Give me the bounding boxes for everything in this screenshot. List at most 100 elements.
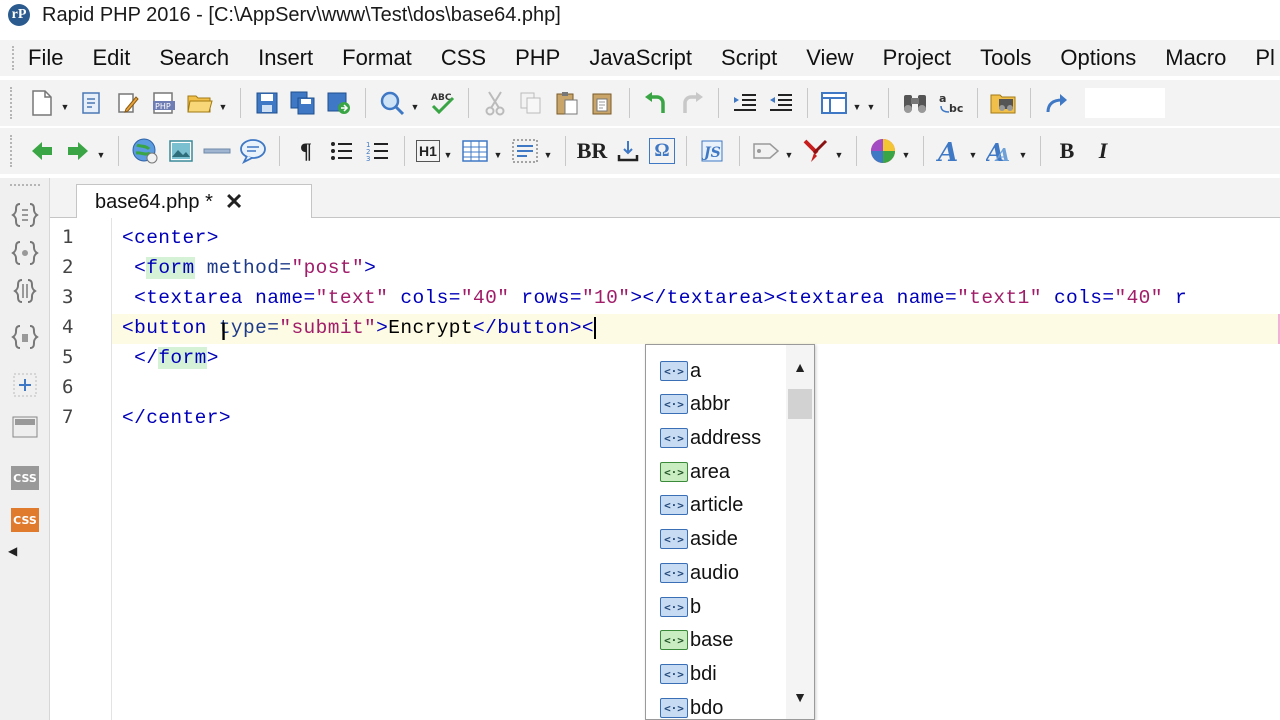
panel-grip[interactable]: [10, 184, 40, 188]
color-wheel-dropdown-icon[interactable]: ▼: [901, 136, 911, 166]
indent-icon[interactable]: [730, 88, 760, 118]
menu-macro[interactable]: Macro: [1165, 45, 1226, 71]
comment-icon[interactable]: [238, 136, 268, 166]
heading-dropdown-icon[interactable]: ▼: [443, 136, 453, 166]
code-line-4[interactable]: <button type= "submit" > Encrypt </button><: [122, 313, 597, 343]
close-tab-icon[interactable]: ✕: [225, 189, 243, 215]
tag-icon[interactable]: [751, 136, 781, 166]
menu-format[interactable]: Format: [342, 45, 412, 71]
menu-css[interactable]: CSS: [441, 45, 486, 71]
new-php-icon[interactable]: PHP: [149, 88, 179, 118]
insert-link-icon[interactable]: [130, 136, 160, 166]
paragraph-icon[interactable]: ¶: [291, 136, 321, 166]
outdent-icon[interactable]: [766, 88, 796, 118]
color-picker-icon[interactable]: [801, 136, 831, 166]
new-file-dropdown-icon[interactable]: ▼: [60, 88, 70, 118]
code-line-1[interactable]: <center>: [122, 223, 219, 253]
font-icon[interactable]: A: [935, 136, 965, 166]
open-dropdown-icon[interactable]: ▼: [218, 88, 228, 118]
cut-icon[interactable]: [480, 88, 510, 118]
autocomplete-item[interactable]: <·> address: [660, 424, 761, 452]
insert-image-icon[interactable]: [166, 136, 196, 166]
binoculars-icon[interactable]: [900, 88, 930, 118]
more-dropdown-icon[interactable]: ▼: [866, 88, 876, 118]
horizontal-rule-icon[interactable]: [202, 136, 232, 166]
table-dropdown-icon[interactable]: ▼: [493, 136, 503, 166]
layout-icon[interactable]: [819, 88, 849, 118]
autocomplete-scrollbar[interactable]: ▲ ▼: [786, 345, 814, 719]
share-icon[interactable]: [1042, 88, 1072, 118]
menu-insert[interactable]: Insert: [258, 45, 313, 71]
structure-icon[interactable]: [8, 368, 42, 402]
save-icon[interactable]: [252, 88, 282, 118]
menu-tools[interactable]: Tools: [980, 45, 1031, 71]
scroll-down-icon[interactable]: ▼: [786, 689, 814, 709]
code-explorer-icon[interactable]: [8, 198, 42, 232]
open-folder-icon[interactable]: [185, 88, 215, 118]
menu-plugins[interactable]: Pl: [1255, 45, 1275, 71]
clips-icon[interactable]: [8, 320, 42, 354]
new-file-icon[interactable]: [27, 88, 57, 118]
menu-search[interactable]: Search: [159, 45, 229, 71]
menu-options[interactable]: Options: [1060, 45, 1136, 71]
code-line-2[interactable]: < form method= "post" >: [122, 253, 376, 283]
save-to-server-icon[interactable]: [324, 88, 354, 118]
script-icon[interactable]: JS: [698, 136, 728, 166]
navigation-dropdown-icon[interactable]: ▼: [96, 136, 106, 166]
preview-panel-icon[interactable]: [8, 410, 42, 444]
edit-document-icon[interactable]: [113, 88, 143, 118]
spellcheck-icon[interactable]: ABC: [427, 88, 457, 118]
table-icon[interactable]: [460, 136, 490, 166]
color-wheel-icon[interactable]: [868, 136, 898, 166]
toolbar-search-field[interactable]: [1085, 88, 1165, 118]
font-dropdown-icon[interactable]: ▼: [968, 136, 978, 166]
font-style-icon[interactable]: AA: [985, 136, 1015, 166]
font-style-dropdown-icon[interactable]: ▼: [1018, 136, 1028, 166]
paste-special-icon[interactable]: [588, 88, 618, 118]
find-dropdown-icon[interactable]: ▼: [410, 88, 420, 118]
redo-icon[interactable]: [677, 88, 707, 118]
special-character-icon[interactable]: Ω: [649, 138, 675, 164]
menu-edit[interactable]: Edit: [92, 45, 130, 71]
replace-icon[interactable]: a bc: [936, 88, 966, 118]
toolbar-grip[interactable]: [10, 135, 16, 167]
form-dropdown-icon[interactable]: ▼: [543, 136, 553, 166]
heading-icon[interactable]: H1: [416, 140, 440, 162]
italic-icon[interactable]: I: [1088, 136, 1118, 166]
layout-dropdown-icon[interactable]: ▼: [852, 88, 862, 118]
paste-icon[interactable]: [552, 88, 582, 118]
find-icon[interactable]: [377, 88, 407, 118]
menu-script[interactable]: Script: [721, 45, 777, 71]
menu-project[interactable]: Project: [883, 45, 951, 71]
menu-file[interactable]: File: [28, 45, 63, 71]
snippets-icon[interactable]: [8, 274, 42, 308]
autocomplete-item[interactable]: <·> audio: [660, 559, 739, 587]
autocomplete-item[interactable]: <·> bdi: [660, 660, 717, 688]
code-line-3[interactable]: <textarea name= "text" cols= "40" rows= "10…: [122, 283, 1187, 313]
find-in-files-icon[interactable]: [989, 88, 1019, 118]
autocomplete-item[interactable]: <·> a: [660, 357, 701, 385]
autocomplete-item[interactable]: <·> article: [660, 491, 743, 519]
color-dropdown-icon[interactable]: ▼: [834, 136, 844, 166]
ordered-list-icon[interactable]: 123: [363, 136, 393, 166]
scroll-thumb[interactable]: [788, 389, 812, 419]
toolbar-grip[interactable]: [10, 87, 16, 119]
menu-php[interactable]: PHP: [515, 45, 560, 71]
new-from-template-icon[interactable]: [77, 88, 107, 118]
collapse-arrow-icon[interactable]: ◀: [8, 544, 17, 558]
save-all-icon[interactable]: [288, 88, 318, 118]
menu-grip[interactable]: [12, 46, 14, 70]
menu-javascript[interactable]: JavaScript: [589, 45, 692, 71]
autocomplete-item[interactable]: <·> b: [660, 593, 701, 621]
menu-view[interactable]: View: [806, 45, 853, 71]
autocomplete-item[interactable]: <·> aside: [660, 525, 738, 553]
form-icon[interactable]: [510, 136, 540, 166]
autocomplete-item[interactable]: <·> base: [660, 626, 733, 654]
non-breaking-space-icon[interactable]: [613, 136, 643, 166]
css-editor-icon[interactable]: CSS: [11, 508, 39, 532]
tab-base64[interactable]: base64.php * ✕: [76, 184, 312, 219]
line-break-icon[interactable]: BR: [577, 136, 608, 166]
unordered-list-icon[interactable]: [327, 136, 357, 166]
forward-arrow-icon[interactable]: [63, 136, 93, 166]
back-arrow-icon[interactable]: [27, 136, 57, 166]
